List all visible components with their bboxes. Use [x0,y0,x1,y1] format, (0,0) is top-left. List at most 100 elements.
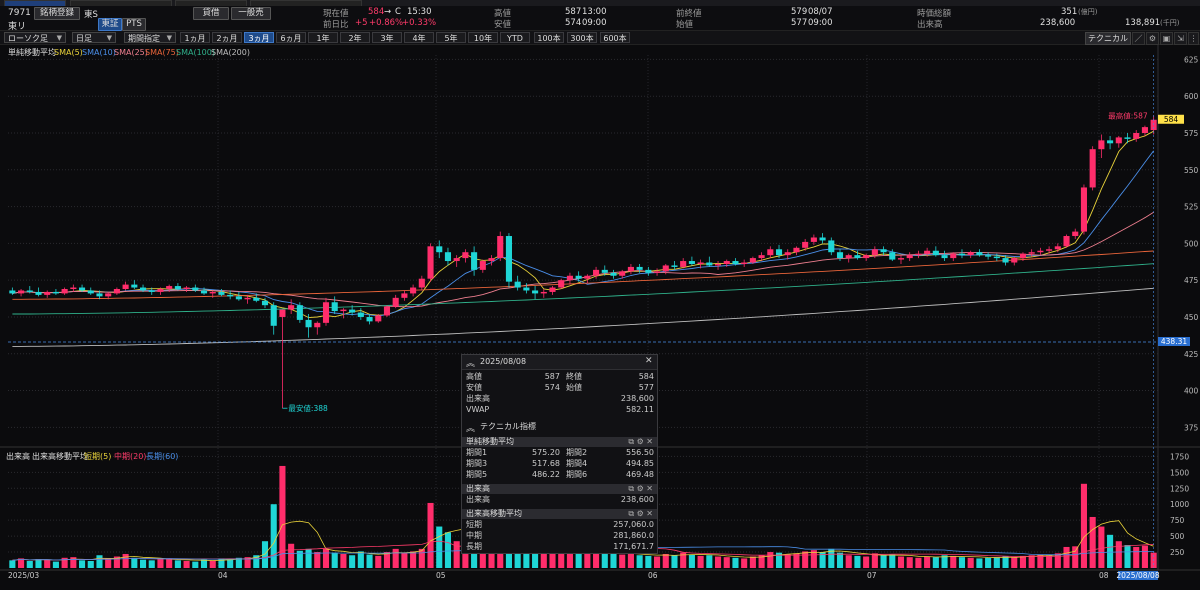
margin-loan-button[interactable]: 貸借 [193,7,229,20]
change-value: +5 [355,18,368,28]
chart-toolbar: ローソク足 ▼ 日足 ▼ 期間指定 ▼ 1ヵ月 2ヵ月 3ヵ月 6ヵ月 1年 2年 3… [0,31,1200,45]
market-pts-toggle[interactable]: PTS [122,18,146,31]
popup-volume-label: 出来高 [466,394,490,403]
collapse-icon[interactable]: ︽ [466,421,475,434]
candle-body [296,305,303,320]
period-3y[interactable]: 3年 [372,32,402,43]
close-icon[interactable]: ✕ [645,356,653,366]
sma-period4-value: 494.85 [626,459,654,468]
candle-body [18,290,25,294]
volume-ma-section-header: 出来高移動平均 ⧉ ⚙ ✕ [462,509,657,519]
candle-body [122,284,129,289]
period-100-bars[interactable]: 100本 [534,32,564,43]
candle-body [148,290,155,292]
volume-bar [601,552,608,568]
section-controls-icon[interactable]: ⧉ ⚙ ✕ [628,484,653,494]
low-value: 574 [565,18,582,28]
volume-bar [340,553,347,568]
candle-body [314,322,321,328]
settings-icon[interactable]: ⚙ [1146,32,1159,45]
section-controls-icon[interactable]: ⧉ ⚙ ✕ [628,509,653,519]
volume-bar [139,559,147,568]
candle-body [1141,127,1148,133]
chevron-down-icon: ▼ [166,34,172,42]
candle-body [593,269,600,276]
volume-bar [741,558,748,568]
camera-icon[interactable]: ▣ [1160,32,1173,45]
period-4y[interactable]: 4年 [404,32,434,43]
candle-body [183,287,190,289]
period-ytd[interactable]: YTD [500,32,530,43]
period-1m[interactable]: 1ヵ月 [180,32,210,43]
more-icon[interactable]: ⋮ [1188,32,1199,45]
vma-short-label: 短期 [466,520,482,529]
watchlist-add-button[interactable]: 銘柄登録 [34,7,80,20]
volume-bar [714,556,722,568]
period-1y[interactable]: 1年 [308,32,338,43]
candle-body [383,306,391,316]
popup-open-label: 始値 [566,383,582,392]
period-6m[interactable]: 6ヵ月 [276,32,306,43]
price-tick-label: 575 [1184,129,1199,138]
volume-bar [871,553,878,568]
candle-body [44,291,51,295]
sma25-legend: SMA(25) [114,48,148,57]
volume-bar [331,552,338,568]
technical-button[interactable]: テクニカル [1085,32,1131,45]
interval-select[interactable]: 日足 ▼ [72,32,116,43]
draw-line-icon[interactable]: ／ [1132,32,1145,45]
volume-bar [209,560,216,568]
candle-body [871,249,878,256]
chart-type-select[interactable]: ローソク足 ▼ [4,32,66,43]
range-mode-value: 期間指定 [128,34,160,43]
volume-bar [1107,534,1114,568]
candle-body [514,281,521,288]
candle-body [349,309,356,313]
volume-bar [131,557,138,568]
period-300-bars[interactable]: 300本 [567,32,597,43]
candle-body [410,287,417,294]
candle-body [741,262,748,264]
interval-value: 日足 [76,34,92,43]
volume-bar [584,553,591,568]
volume-bar [1054,553,1061,568]
period-2y[interactable]: 2年 [340,32,370,43]
candle-body [253,297,260,301]
sma-period6-value: 469.48 [626,470,654,479]
price-tick-label: 475 [1184,276,1199,285]
data-window-header: ︽ 2025/08/08 ✕ [462,355,657,370]
quote-header: 7971 東リ 銘柄登録 東S 東証 PTS 貸借 一般売 現在値 584 → … [0,6,1200,32]
period-10y[interactable]: 10年 [468,32,498,43]
candle-body [209,291,216,294]
open-time: 09:00 [808,18,833,28]
volume-bar [366,554,373,568]
collapse-icon[interactable]: ︽ [466,356,475,369]
period-2m[interactable]: 2ヵ月 [212,32,242,43]
popup-vol-label: 出来高 [466,495,490,504]
volume-bar [383,552,391,568]
section-controls-icon[interactable]: ⧉ ⚙ ✕ [628,437,653,447]
sma-period5-value: 486.22 [532,470,560,479]
volume-bar [610,553,617,568]
candle-body [967,252,974,256]
export-icon[interactable]: ⇲ [1174,32,1187,45]
sma-period3-value: 517.68 [532,459,560,468]
range-mode-select[interactable]: 期間指定 ▼ [124,32,176,43]
period-5y[interactable]: 5年 [436,32,466,43]
volume-bar [314,552,321,568]
period-600-bars[interactable]: 600本 [600,32,630,43]
volume-bar [9,560,16,568]
short-sell-button[interactable]: 一般売 [231,7,271,20]
sma5-legend: SMA(5) [54,48,83,57]
data-window[interactable]: ︽ 2025/08/08 ✕ 高値 587 終値 584 安値 574 始値 5… [461,354,658,554]
period-3m[interactable]: 3ヵ月 [244,32,274,43]
candle-body [375,315,382,322]
candle-body [889,252,896,260]
volume-bar [993,557,1000,568]
volume-tick-label: 1750 [1170,452,1189,461]
chevron-down-icon: ▼ [56,34,62,42]
volume-bar [227,559,234,568]
market-tse-toggle[interactable]: 東証 [98,18,122,31]
candle-body [976,252,983,256]
sma-period2-label: 期間2 [566,448,588,457]
